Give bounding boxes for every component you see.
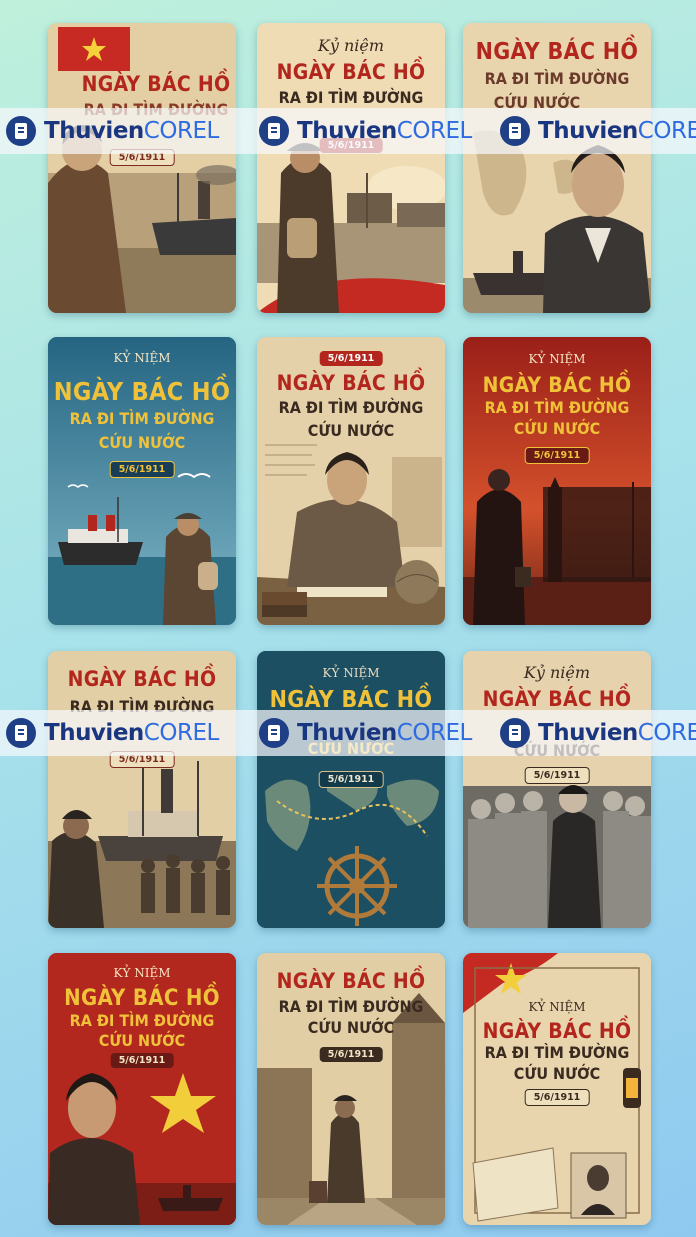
poster-headline: NGÀY BÁC HỒ [276,60,426,84]
poster-date: 5/6/1911 [318,771,384,788]
poster-date: 5/6/1911 [110,1053,174,1068]
poster-3[interactable]: NGÀY BÁC HỒ RA ĐI TÌM ĐƯỜNG CỨU NƯỚC [463,23,651,313]
poster-subline: RA ĐI TÌM ĐƯỜNG [278,997,424,1016]
poster-subline-2: CỨU NƯỚC [98,433,186,452]
watermark-text-1: Thuvien [297,118,397,144]
book-icon [500,718,530,748]
poster-5[interactable]: 5/6/1911 NGÀY BÁC HỒ RA ĐI TÌM ĐƯỜNG CỨU… [257,337,445,625]
watermark-logo: ThuvienCOREL [6,116,219,146]
poster-subline-2: CỨU NƯỚC [307,1018,395,1037]
book-icon [6,116,36,146]
poster-kyniem: KỶ NIỆM [528,1000,586,1014]
poster-headline: NGÀY BÁC HỒ [475,39,639,65]
poster-subline-2: CỨU NƯỚC [307,421,395,440]
poster-date: 5/6/1911 [109,461,175,478]
poster-12[interactable]: KỶ NIỆM NGÀY BÁC HỒ RA ĐI TÌM ĐƯỜNG CỨU … [463,953,651,1225]
book-icon [259,718,289,748]
poster-subline: RA ĐI TÌM ĐƯỜNG [69,409,215,428]
poster-1-illustration [48,23,236,313]
poster-date: 5/6/1911 [319,1047,383,1062]
poster-headline: NGÀY BÁC HỒ [53,377,231,406]
poster-6[interactable]: KỶ NIỆM NGÀY BÁC HỒ RA ĐI TÌM ĐƯỜNG CỨU … [463,337,651,625]
poster-subline-2: CỨU NƯỚC [513,419,601,438]
poster-subline: RA ĐI TÌM ĐƯỜNG [69,1011,215,1030]
poster-kyniem: KỶ NIỆM [322,666,380,680]
poster-headline: NGÀY BÁC HỒ [482,687,632,711]
poster-9[interactable]: Kỷ niệm NGÀY BÁC HỒ CỨU NƯỚC 5/6/1911 [463,651,651,928]
poster-date: 5/6/1911 [524,767,590,784]
poster-headline: NGÀY BÁC HỒ [276,969,426,993]
watermark-text-2: COREL [396,118,473,144]
poster-7-illustration [48,651,236,928]
poster-headline: NGÀY BÁC HỒ [67,667,217,691]
watermark-text-1: Thuvien [44,118,144,144]
book-icon [6,718,36,748]
poster-1[interactable]: NGÀY BÁC HỒ RA ĐI TÌM ĐƯỜNG 5/6/1911 [48,23,236,313]
poster-kyniem: Kỷ niệm [317,36,385,55]
watermark-text-1: Thuvien [538,118,638,144]
poster-headline: NGÀY BÁC HỒ [81,72,231,96]
poster-10[interactable]: KỶ NIỆM NGÀY BÁC HỒ RA ĐI TÌM ĐƯỜNG CỨU … [48,953,236,1225]
book-icon [500,116,530,146]
watermark-text-2: COREL [637,720,696,746]
poster-date: 5/6/1911 [319,351,383,366]
watermark-text-1: Thuvien [44,720,144,746]
poster-kyniem: KỶ NIỆM [528,352,586,366]
poster-11[interactable]: NGÀY BÁC HỒ RA ĐI TÌM ĐƯỜNG CỨU NƯỚC 5/6… [257,953,445,1225]
poster-headline: NGÀY BÁC HỒ [64,986,220,1011]
watermark-text-2: COREL [143,118,220,144]
watermark-logo: ThuvienCOREL [500,718,696,748]
poster-date: 5/6/1911 [524,447,590,464]
watermark-text-2: COREL [396,720,473,746]
poster-subline: RA ĐI TÌM ĐƯỜNG [484,69,630,88]
watermark-logo: ThuvienCOREL [259,116,472,146]
poster-headline: NGÀY BÁC HỒ [482,1019,632,1043]
watermark-logo: ThuvienCOREL [500,116,696,146]
poster-11-illustration [257,953,445,1225]
watermark-text-1: Thuvien [538,720,638,746]
poster-7[interactable]: NGÀY BÁC HỒ RA ĐI TÌM ĐƯỜNG 5/6/1911 [48,651,236,928]
poster-date: 5/6/1911 [524,1089,590,1106]
watermark-text-2: COREL [637,118,696,144]
watermark-logo: ThuvienCOREL [6,718,219,748]
book-icon [259,116,289,146]
poster-subline: RA ĐI TÌM ĐƯỜNG [278,398,424,417]
poster-8[interactable]: KỶ NIỆM NGÀY BÁC HỒ CỨU NƯỚC 5/6/1911 [257,651,445,928]
poster-kyniem: Kỷ niệm [523,663,591,682]
poster-headline: NGÀY BÁC HỒ [269,687,433,713]
watermark-text-2: COREL [143,720,220,746]
poster-kyniem: KỶ NIỆM [113,966,171,980]
watermark-logo: ThuvienCOREL [259,718,472,748]
poster-3-illustration [463,23,651,313]
poster-subline: RA ĐI TÌM ĐƯỜNG [484,398,630,417]
poster-headline: NGÀY BÁC HỒ [482,373,632,397]
poster-4[interactable]: KỶ NIỆM NGÀY BÁC HỒ RA ĐI TÌM ĐƯỜNG CỨU … [48,337,236,625]
poster-2[interactable]: Kỷ niệm NGÀY BÁC HỒ RA ĐI TÌM ĐƯỜNG 5/6/… [257,23,445,313]
watermark-text-1: Thuvien [297,720,397,746]
poster-subline-2: CỨU NƯỚC [98,1031,186,1050]
poster-subline: RA ĐI TÌM ĐƯỜNG [484,1043,630,1062]
poster-subline-2: CỨU NƯỚC [513,1064,601,1083]
poster-headline: NGÀY BÁC HỒ [276,371,426,395]
poster-subline: RA ĐI TÌM ĐƯỜNG [278,88,424,107]
poster-kyniem: KỶ NIỆM [113,351,171,365]
